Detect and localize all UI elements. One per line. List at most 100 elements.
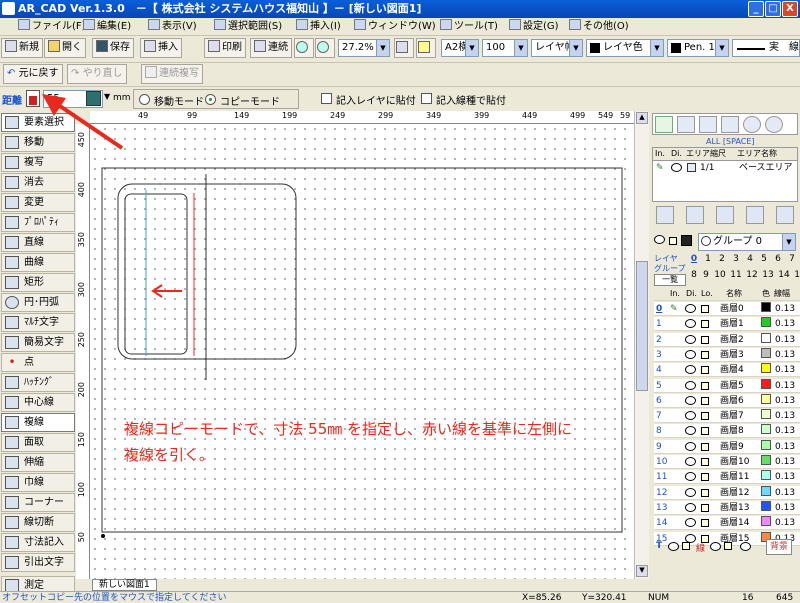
- tool-simple-text[interactable]: 簡易文字: [1, 333, 75, 352]
- layer-color-swatch[interactable]: [761, 393, 771, 404]
- group-number[interactable]: 11: [728, 270, 744, 280]
- group-number[interactable]: 10: [712, 270, 728, 280]
- group-number[interactable]: 14: [776, 270, 792, 280]
- move-mode-radio[interactable]: [139, 94, 150, 105]
- intersection-snap-icon[interactable]: [721, 116, 739, 133]
- menu-settings[interactable]: 設定(G): [509, 19, 559, 35]
- eye-icon[interactable]: [740, 542, 751, 553]
- endpoint-snap-icon[interactable]: [677, 116, 695, 133]
- group-number[interactable]: 13: [760, 270, 776, 280]
- lock-icon[interactable]: [669, 236, 677, 247]
- layer-color-swatch[interactable]: [761, 439, 771, 450]
- tool-corner[interactable]: コーナー: [1, 493, 75, 512]
- area-new-icon[interactable]: [656, 206, 674, 224]
- group-number[interactable]: 9: [700, 270, 712, 280]
- area-row[interactable]: ✎ 1/1 ベースエリア: [653, 162, 797, 175]
- maximize-button[interactable]: □: [765, 1, 781, 17]
- view-button[interactable]: [416, 38, 436, 58]
- pen-select[interactable]: Pen. 1 ▼: [667, 39, 729, 57]
- zoom-in-button[interactable]: [294, 38, 314, 58]
- menu-insert[interactable]: 挿入(I): [296, 19, 341, 35]
- open-button[interactable]: 開く: [44, 38, 86, 58]
- tool-circle[interactable]: 円･円弧: [1, 293, 75, 312]
- distance-mode-icon[interactable]: [26, 90, 40, 107]
- menu-other[interactable]: その他(O): [569, 19, 629, 35]
- close-button[interactable]: X: [782, 1, 798, 17]
- new-button[interactable]: 新規: [1, 38, 43, 58]
- menu-window[interactable]: ウィンドウ(W): [354, 19, 436, 35]
- zoom-out-button[interactable]: [315, 38, 335, 58]
- tool-curve[interactable]: 曲線: [1, 253, 75, 272]
- paste-linetype-checkbox[interactable]: [421, 93, 432, 104]
- list-button[interactable]: 一覧: [654, 274, 686, 286]
- lock-icon[interactable]: [682, 542, 690, 552]
- layer-row[interactable]: 5 画層5 0.13: [654, 378, 800, 393]
- tool-chamfer[interactable]: 面取: [1, 433, 75, 452]
- group-number[interactable]: 15: [792, 270, 800, 280]
- tool-dimension[interactable]: 寸法記入: [1, 533, 75, 552]
- group-number[interactable]: 2: [716, 254, 728, 264]
- scroll-thumb[interactable]: [636, 261, 648, 391]
- tool-leader-text[interactable]: 引出文字: [1, 553, 75, 572]
- grid-snap-icon[interactable]: [655, 116, 673, 133]
- tool-copy[interactable]: 複写: [1, 153, 75, 172]
- layer-color-swatch[interactable]: [761, 424, 771, 435]
- group-number[interactable]: 8: [688, 270, 700, 280]
- center-snap-icon[interactable]: [743, 116, 761, 133]
- area-settings-icon[interactable]: [776, 206, 794, 224]
- layer-color-swatch[interactable]: [761, 332, 771, 343]
- layer-row[interactable]: 7 画層7 0.13: [654, 409, 800, 424]
- print-button[interactable]: 印刷: [204, 38, 246, 58]
- linetype-select[interactable]: 実 線: [732, 39, 800, 57]
- tool-stretch[interactable]: 伸縮: [1, 453, 75, 472]
- layer-row[interactable]: 14 画層14 0.13: [654, 516, 800, 531]
- group-number[interactable]: 4: [744, 254, 756, 264]
- layer-color-swatch[interactable]: [761, 516, 771, 527]
- scroll-down-icon[interactable]: ▼: [636, 565, 648, 577]
- background-button[interactable]: 背景: [766, 539, 793, 555]
- paste-layer-checkbox[interactable]: [321, 93, 332, 104]
- tool-property[interactable]: ﾌﾟﾛﾊﾟﾃｨ: [1, 213, 75, 232]
- menu-tools[interactable]: ツール(T): [440, 19, 498, 35]
- tool-line-cut[interactable]: 線切断: [1, 513, 75, 532]
- eye-icon[interactable]: [668, 542, 679, 553]
- layer-color-swatch[interactable]: [761, 363, 771, 374]
- group-number[interactable]: 5: [758, 254, 770, 264]
- layer-row[interactable]: 1 画層1 0.13: [654, 317, 800, 332]
- area-delete-icon[interactable]: [746, 206, 764, 224]
- tool-line[interactable]: 直線: [1, 233, 75, 252]
- insert-button[interactable]: 挿入: [140, 38, 182, 58]
- group-select[interactable]: グループ 0 ▼: [698, 233, 796, 251]
- eye-icon[interactable]: [710, 542, 721, 553]
- layer-row[interactable]: 13 画層13 0.13: [654, 500, 800, 515]
- layer-row[interactable]: 3 画層3 0.13: [654, 347, 800, 362]
- zoom-select[interactable]: 27.2% ▼: [338, 39, 390, 57]
- drawing-canvas[interactable]: 複線コピーモードで、寸法 55㎜ を指定し、赤い線を基準に左側に 複線を引く。: [90, 124, 634, 579]
- layer-color-swatch[interactable]: [761, 378, 771, 389]
- layer-row[interactable]: 2 画層2 0.13: [654, 332, 800, 347]
- layer-row[interactable]: 11 画層11 0.13: [654, 470, 800, 485]
- scale-select[interactable]: 100 ▼: [482, 39, 528, 57]
- tool-hatching[interactable]: ﾊｯﾁﾝｸﾞ: [1, 373, 75, 392]
- layer-color-swatch[interactable]: [761, 302, 771, 312]
- group-number[interactable]: 12: [744, 270, 760, 280]
- layer-row[interactable]: 0 ✎ 画層0 0.13: [654, 302, 800, 316]
- tool-point[interactable]: • 点: [1, 353, 75, 372]
- vertical-scrollbar[interactable]: ▲ ▼: [634, 111, 649, 579]
- area-copy-icon[interactable]: [716, 206, 734, 224]
- layer-row[interactable]: 6 画層6 0.13: [654, 393, 800, 408]
- layer-color-swatch[interactable]: [761, 470, 771, 481]
- tool-center-line[interactable]: 中心線: [1, 393, 75, 412]
- layer-row[interactable]: 9 画層9 0.13: [654, 439, 800, 454]
- tool-multi-text[interactable]: ﾏﾙﾁ文字: [1, 313, 75, 332]
- document-tab[interactable]: 新しい図面1: [92, 579, 157, 591]
- menu-select[interactable]: 選択範囲(S): [214, 19, 282, 35]
- area-edit-icon[interactable]: [686, 206, 704, 224]
- layer-width-select[interactable]: レイヤ幅 ▼: [531, 39, 583, 57]
- layer-color-swatch[interactable]: [761, 347, 771, 358]
- scroll-up-icon[interactable]: ▲: [636, 112, 648, 124]
- lock-icon[interactable]: [724, 542, 732, 552]
- menu-view[interactable]: 表示(V): [148, 19, 197, 35]
- menu-file[interactable]: ファイル(F): [18, 19, 86, 35]
- tool-offset-line[interactable]: 複線: [1, 413, 75, 432]
